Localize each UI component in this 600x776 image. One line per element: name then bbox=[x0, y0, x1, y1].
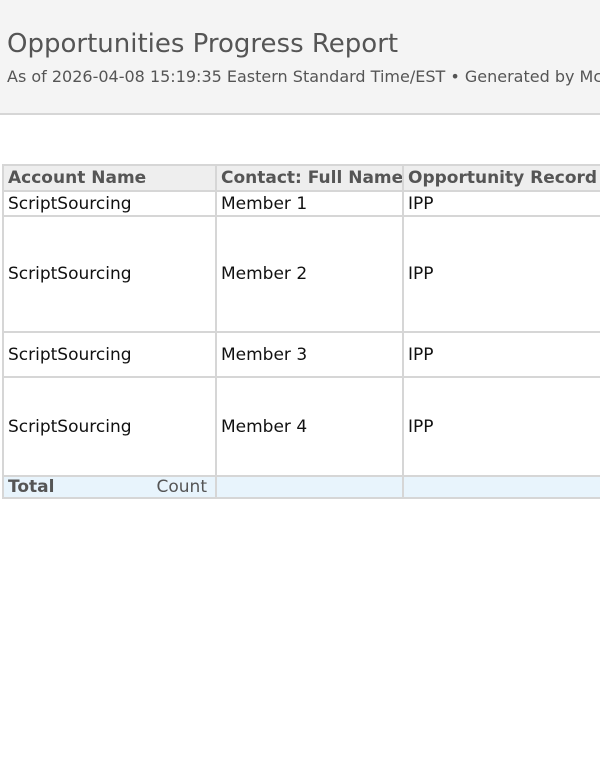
record-type-cell: IPP bbox=[402, 331, 600, 378]
account-name-cell: ScriptSourcing bbox=[2, 331, 217, 378]
report-header: Opportunities Progress Report As of 2026… bbox=[0, 0, 600, 115]
total-record-type-cell bbox=[402, 475, 600, 499]
table-row: ScriptSourcing Member 3 IPP bbox=[2, 331, 600, 378]
total-label: Total bbox=[8, 477, 55, 497]
report-table-container: Account Name Contact: Full Name Opportun… bbox=[2, 164, 600, 502]
account-name-cell: ScriptSourcing bbox=[2, 376, 217, 477]
contact-name-cell: Member 4 bbox=[215, 376, 404, 477]
table-row: ScriptSourcing Member 4 IPP bbox=[2, 376, 600, 477]
count-label: Count bbox=[156, 477, 208, 497]
total-contact-cell bbox=[215, 475, 404, 499]
account-name-cell: ScriptSourcing bbox=[2, 190, 217, 217]
record-type-cell: IPP bbox=[402, 215, 600, 333]
record-type-cell: IPP bbox=[402, 190, 600, 217]
total-cell: Total Count bbox=[2, 475, 217, 499]
report-table: Account Name Contact: Full Name Opportun… bbox=[2, 164, 600, 499]
column-header-contact-full-name[interactable]: Contact: Full Name bbox=[215, 164, 404, 192]
column-header-account-name[interactable]: Account Name bbox=[2, 164, 217, 192]
contact-name-cell: Member 1 bbox=[215, 190, 404, 217]
contact-name-cell: Member 3 bbox=[215, 331, 404, 378]
account-name-cell: ScriptSourcing bbox=[2, 215, 217, 333]
report-subtitle: As of 2026-04-08 15:19:35 Eastern Standa… bbox=[7, 67, 600, 86]
contact-name-cell: Member 2 bbox=[215, 215, 404, 333]
page-title: Opportunities Progress Report bbox=[7, 29, 399, 59]
table-header-row: Account Name Contact: Full Name Opportun… bbox=[2, 164, 600, 192]
table-row: ScriptSourcing Member 2 IPP bbox=[2, 215, 600, 333]
column-header-opportunity-record-type[interactable]: Opportunity Record Typ bbox=[402, 164, 600, 192]
total-row: Total Count bbox=[2, 475, 600, 499]
table-row: ScriptSourcing Member 1 IPP bbox=[2, 190, 600, 217]
record-type-cell: IPP bbox=[402, 376, 600, 477]
